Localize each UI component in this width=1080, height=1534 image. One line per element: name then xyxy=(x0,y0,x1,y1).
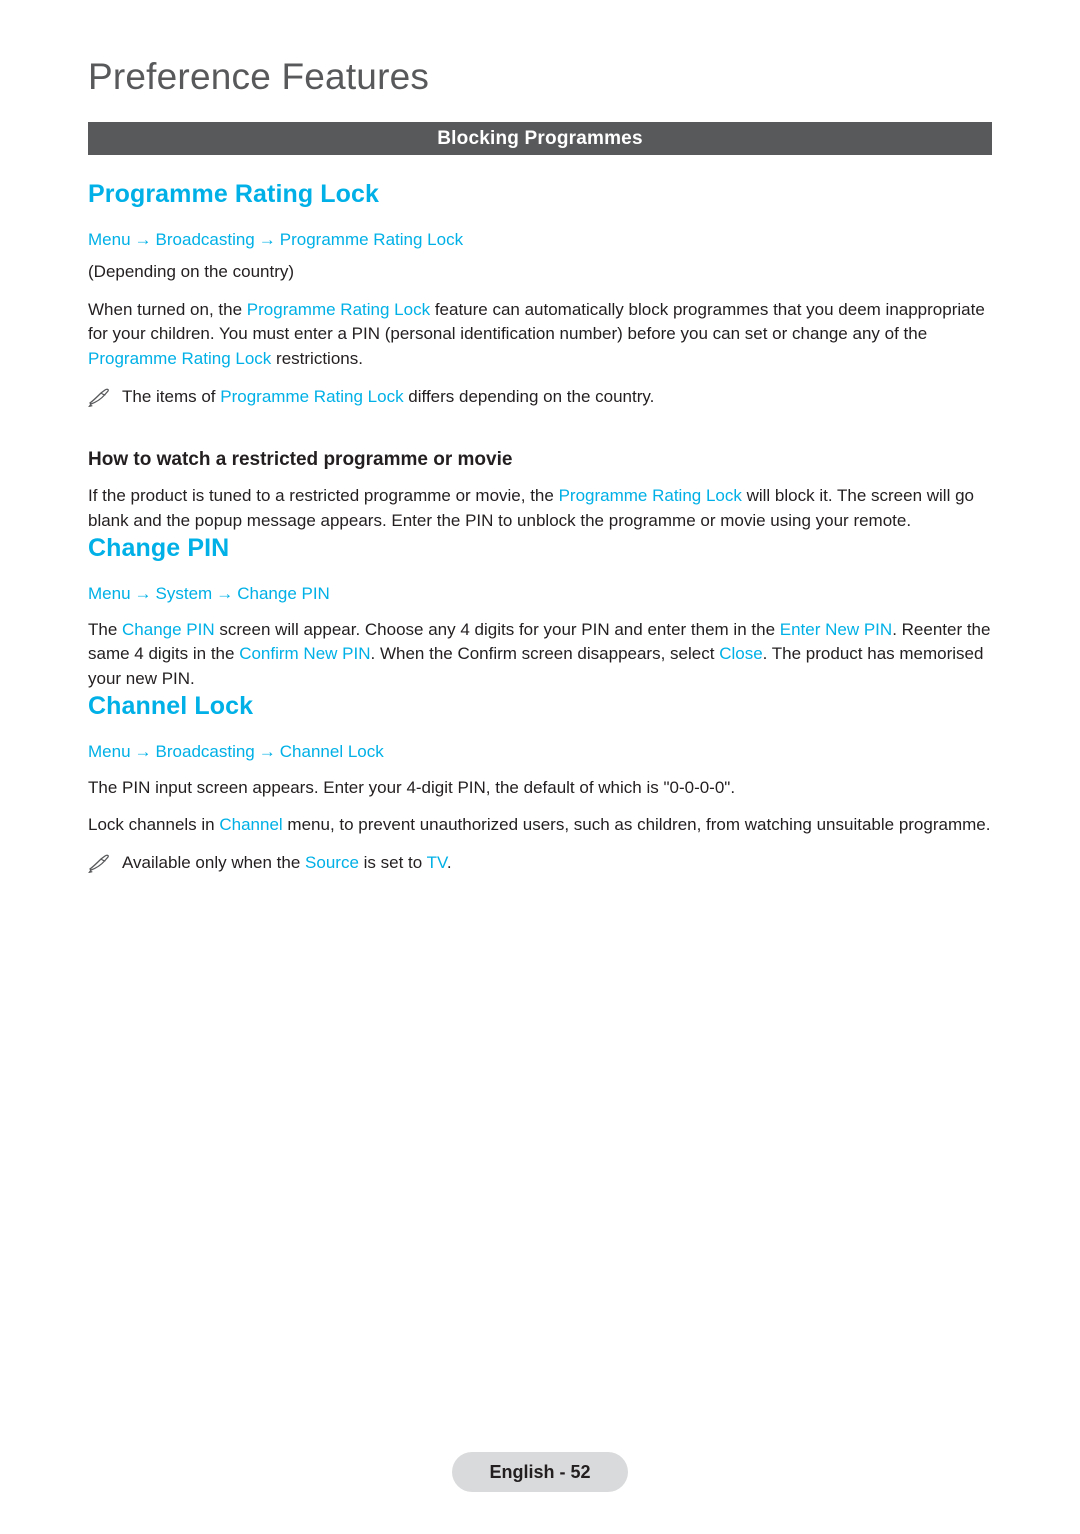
section-band-label: Blocking Programmes xyxy=(437,127,643,149)
arrow-icon: → xyxy=(134,741,152,761)
breadcrumb-item: Broadcasting xyxy=(155,230,255,249)
breadcrumb-item: Menu xyxy=(88,583,131,603)
text-run: is set to xyxy=(358,852,427,872)
text-run: . xyxy=(446,852,452,872)
text-run-accent: Programme Rating Lock xyxy=(220,386,404,406)
document-content: Programme Rating Lock Menu → Broadcasting →… xyxy=(88,180,992,876)
text-run: The items of xyxy=(122,386,221,406)
text-run: screen will appear. Choose any 4 digits … xyxy=(214,619,780,639)
heading-change-pin: Change PIN xyxy=(88,533,230,562)
note-available-only-tv: Available only when the Source is set to… xyxy=(88,851,992,876)
paragraph-lock-channels: Lock channels in Channel menu, to preven… xyxy=(88,813,992,838)
paragraph-how-to-watch: If the product is tuned to a restricted … xyxy=(88,484,992,533)
text-run: Lock channels in xyxy=(88,815,220,835)
breadcrumb-item: Broadcasting xyxy=(155,741,255,761)
paragraph-pin-input-screen: The PIN input screen appears. Enter your… xyxy=(88,777,736,797)
subheading-how-to-watch: How to watch a restricted programme or m… xyxy=(88,449,513,471)
note-rating-lock-items: The items of Programme Rating Lock diffe… xyxy=(88,385,992,410)
text-run-accent: Close xyxy=(719,644,763,664)
text-run-accent: Programme Rating Lock xyxy=(246,299,431,319)
text-run-accent: Confirm New PIN xyxy=(239,644,371,664)
breadcrumb-item: System xyxy=(155,583,213,603)
page-number-label: English - 52 xyxy=(489,1461,591,1482)
text-run: The xyxy=(88,619,123,639)
text-run: When turned on, the xyxy=(88,299,247,319)
page-footer: English - 52 xyxy=(452,1452,628,1492)
arrow-icon: → xyxy=(216,583,234,603)
paragraph-rating-lock-description: When turned on, the Programme Rating Loc… xyxy=(88,298,992,372)
text-run: If the product is tuned to a restricted … xyxy=(88,486,559,506)
arrow-icon: → xyxy=(258,230,276,249)
breadcrumb-item: Programme Rating Lock xyxy=(279,230,464,249)
arrow-icon: → xyxy=(134,230,152,249)
text-run-accent: Change PIN xyxy=(122,619,215,639)
page-title: Preference Features xyxy=(88,56,430,97)
document-page: Preference Features Blocking Programmes … xyxy=(0,0,1080,1534)
country-note: (Depending on the country) xyxy=(88,262,295,282)
text-run: . When the Confirm screen disappears, se… xyxy=(370,644,720,664)
heading-programme-rating-lock: Programme Rating Lock xyxy=(88,180,380,208)
breadcrumb-programme-rating-lock: Menu → Broadcasting → Programme Rating Lock xyxy=(88,229,992,251)
paragraph-change-pin: The Change PIN screen will appear. Choos… xyxy=(88,618,992,692)
text-run: Available only when the xyxy=(122,852,306,872)
breadcrumb-item: Channel Lock xyxy=(279,741,384,761)
breadcrumb-change-pin: Menu → System → Change PIN xyxy=(88,583,992,605)
breadcrumb-item: Change PIN xyxy=(237,583,330,603)
heading-channel-lock: Channel Lock xyxy=(88,691,254,720)
text-run-accent: Channel xyxy=(219,815,283,835)
arrow-icon: → xyxy=(134,583,152,603)
section-band: Blocking Programmes xyxy=(88,122,992,155)
pencil-note-icon xyxy=(88,387,114,407)
text-run-accent: Source xyxy=(305,852,359,872)
pencil-note-icon xyxy=(88,853,114,874)
breadcrumb-item: Menu xyxy=(88,230,131,249)
text-run-accent: Enter New PIN xyxy=(779,619,893,639)
text-run: differs depending on the country. xyxy=(403,386,655,406)
text-run-accent: Programme Rating Lock xyxy=(88,349,272,369)
breadcrumb-channel-lock: Menu → Broadcasting → Channel Lock xyxy=(88,741,992,763)
text-run: menu, to prevent unauthorized users, suc… xyxy=(282,815,991,835)
breadcrumb-item: Menu xyxy=(88,741,131,761)
text-run-accent: TV xyxy=(426,852,447,872)
arrow-icon: → xyxy=(258,741,276,761)
text-run-accent: Programme Rating Lock xyxy=(558,486,742,506)
text-run: restrictions. xyxy=(271,349,363,369)
